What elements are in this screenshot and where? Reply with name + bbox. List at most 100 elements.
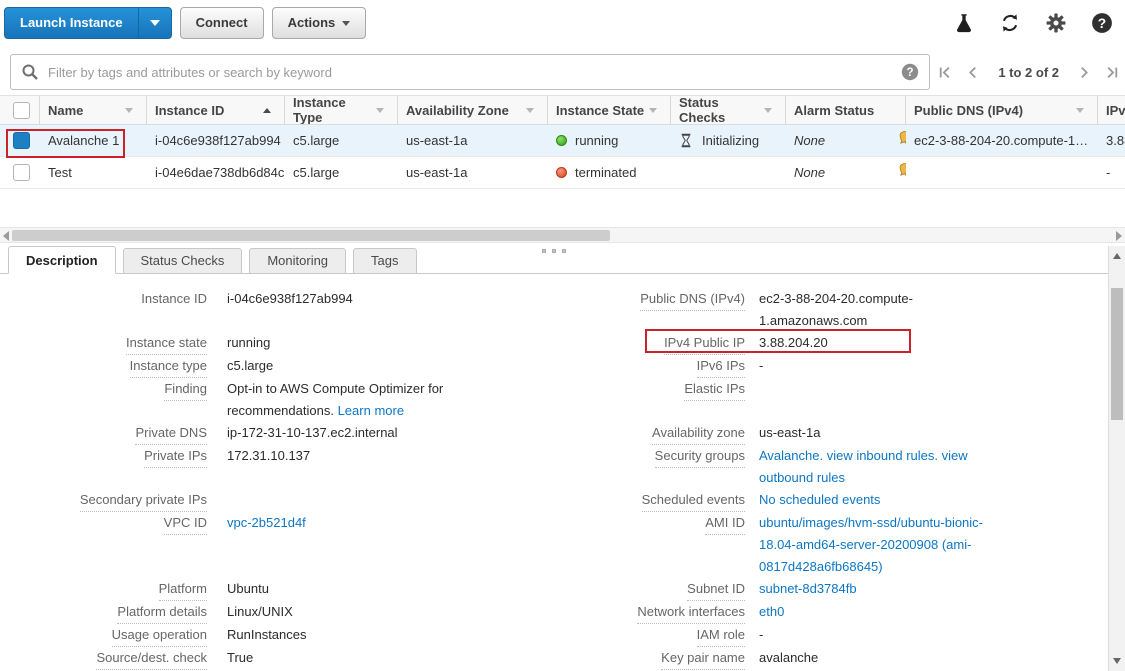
network-interface-link[interactable]: eth0 xyxy=(759,604,784,619)
field-label: Elastic IPs xyxy=(684,378,745,401)
launch-instance-dropdown[interactable] xyxy=(138,8,171,38)
filter-input[interactable] xyxy=(48,65,901,80)
field-label: Private IPs xyxy=(144,445,207,468)
row-checkbox[interactable] xyxy=(13,164,30,181)
field-label: Private DNS xyxy=(135,422,207,445)
search-help-icon[interactable]: ? xyxy=(901,63,919,81)
scheduled-events-link[interactable]: No scheduled events xyxy=(759,492,880,507)
scroll-right-icon[interactable] xyxy=(1116,231,1122,241)
vertical-scrollbar-thumb[interactable] xyxy=(1111,288,1123,420)
field-label: Secondary private IPs xyxy=(80,489,207,512)
cell-ipv4-public-ip: - xyxy=(1098,157,1125,189)
first-page-icon[interactable] xyxy=(938,66,951,79)
field-value xyxy=(207,489,560,512)
tab-description[interactable]: Description xyxy=(8,246,116,274)
field-value: us-east-1a xyxy=(745,422,997,445)
field-value xyxy=(745,378,997,422)
panel-resize-grip[interactable] xyxy=(542,249,566,253)
select-all-checkbox[interactable] xyxy=(13,102,30,119)
create-alarm-icon[interactable] xyxy=(897,162,906,183)
cell-instance-type: c5.large xyxy=(285,157,398,189)
column-header-public-dns[interactable]: Public DNS (IPv4) xyxy=(906,96,1098,124)
field-label: Instance type xyxy=(130,355,207,378)
column-header-ipv4-public-ip[interactable]: IPv4 Public IP xyxy=(1098,96,1125,124)
vertical-scrollbar[interactable] xyxy=(1108,246,1125,671)
scroll-down-icon[interactable] xyxy=(1113,658,1121,664)
column-header-instance-type[interactable]: Instance Type xyxy=(285,96,398,124)
cell-instance-id: i-04e6dae738db6d84c xyxy=(147,157,285,189)
cell-availability-zone: us-east-1a xyxy=(398,157,548,189)
pagination: 1 to 2 of 2 xyxy=(938,54,1119,90)
security-groups-link[interactable]: Avalanche. view inbound rules. view outb… xyxy=(759,448,968,485)
field-label: Instance ID xyxy=(141,288,207,310)
chevron-down-icon xyxy=(342,21,350,26)
field-label: Platform xyxy=(159,578,207,601)
connect-button[interactable]: Connect xyxy=(180,7,264,39)
field-label: Instance state xyxy=(126,332,207,355)
sort-down-icon xyxy=(125,108,133,113)
cell-name: Test xyxy=(40,157,147,189)
cell-instance-type: c5.large xyxy=(285,125,398,157)
horizontal-scrollbar-thumb[interactable] xyxy=(12,230,610,241)
column-header-name[interactable]: Name xyxy=(40,96,147,124)
actions-button[interactable]: Actions xyxy=(272,7,367,39)
horizontal-scrollbar[interactable] xyxy=(0,227,1125,243)
experiment-flask-icon[interactable] xyxy=(953,12,975,34)
field-value: Linux/UNIX xyxy=(207,601,560,624)
cell-public-dns xyxy=(906,157,1098,189)
instances-table: Name Instance ID Instance Type Availabil… xyxy=(0,95,1125,189)
tab-tags[interactable]: Tags xyxy=(353,248,416,274)
ec2-toolbar: Launch Instance Connect Actions xyxy=(0,0,1125,46)
create-alarm-icon[interactable] xyxy=(897,130,906,151)
sort-up-icon xyxy=(263,108,271,113)
terminated-state-icon xyxy=(556,167,567,178)
scroll-left-icon[interactable] xyxy=(3,231,9,241)
cell-public-dns: ec2-3-88-204-20.compute-1.amazonaws.com xyxy=(906,125,1098,157)
last-page-icon[interactable] xyxy=(1106,66,1119,79)
hourglass-icon xyxy=(679,133,693,148)
instance-row-test[interactable]: Test i-04e6dae738db6d84c c5.large us-eas… xyxy=(0,157,1125,189)
field-value: c5.large xyxy=(207,355,560,378)
description-row: Finding Opt-in to AWS Compute Optimizer … xyxy=(0,378,1108,422)
column-header-instance-state[interactable]: Instance State xyxy=(548,96,671,124)
column-header-status-checks[interactable]: Status Checks xyxy=(671,96,786,124)
field-label: Availability zone xyxy=(652,422,745,445)
search-box[interactable]: ? xyxy=(10,54,930,90)
column-header-instance-id[interactable]: Instance ID xyxy=(147,96,285,124)
field-label: IPv4 Public IP xyxy=(664,332,745,355)
cell-name: Avalanche 1 xyxy=(40,125,147,157)
scroll-up-icon[interactable] xyxy=(1113,253,1121,259)
launch-instance-split-button[interactable]: Launch Instance xyxy=(4,7,172,39)
refresh-icon[interactable] xyxy=(999,12,1021,34)
sort-down-icon xyxy=(526,108,534,113)
next-page-icon[interactable] xyxy=(1078,66,1091,79)
tabs-bar: Description Status Checks Monitoring Tag… xyxy=(8,246,417,274)
subnet-id-link[interactable]: subnet-8d3784fb xyxy=(759,581,857,596)
field-value: running xyxy=(207,332,560,355)
field-value: avalanche xyxy=(745,647,997,670)
tab-status-checks[interactable]: Status Checks xyxy=(123,248,243,274)
vpc-id-link[interactable]: vpc-2b521d4f xyxy=(227,515,306,530)
column-header-availability-zone[interactable]: Availability Zone xyxy=(398,96,548,124)
field-value: ec2-3-88-204-20.compute-1.amazonaws.com xyxy=(745,288,997,332)
cell-instance-state: running xyxy=(548,125,671,157)
field-label: Security groups xyxy=(655,445,745,468)
column-header-alarm-status[interactable]: Alarm Status xyxy=(786,96,906,124)
instance-row-avalanche-1[interactable]: Avalanche 1 i-04c6e938f127ab994 c5.large… xyxy=(0,125,1125,157)
field-value: RunInstances xyxy=(207,624,560,647)
ami-id-link[interactable]: ubuntu/images/hvm-ssd/ubuntu-bionic-18.0… xyxy=(759,515,983,574)
description-row: Private DNS ip-172-31-10-137.ec2.interna… xyxy=(0,422,1108,445)
tab-monitoring[interactable]: Monitoring xyxy=(249,248,346,274)
field-label: Usage operation xyxy=(112,624,207,647)
row-checkbox[interactable] xyxy=(13,132,30,149)
launch-instance-button[interactable]: Launch Instance xyxy=(5,8,138,38)
svg-text:?: ? xyxy=(1098,16,1106,31)
toolbar-right-icons: ? xyxy=(953,12,1115,34)
help-icon[interactable]: ? xyxy=(1091,12,1113,34)
field-label: Scheduled events xyxy=(642,489,745,512)
learn-more-link[interactable]: Learn more xyxy=(338,403,404,418)
settings-gear-icon[interactable] xyxy=(1045,12,1067,34)
field-label: IAM role xyxy=(697,624,745,647)
field-label: Network interfaces xyxy=(637,601,745,624)
previous-page-icon[interactable] xyxy=(966,66,979,79)
